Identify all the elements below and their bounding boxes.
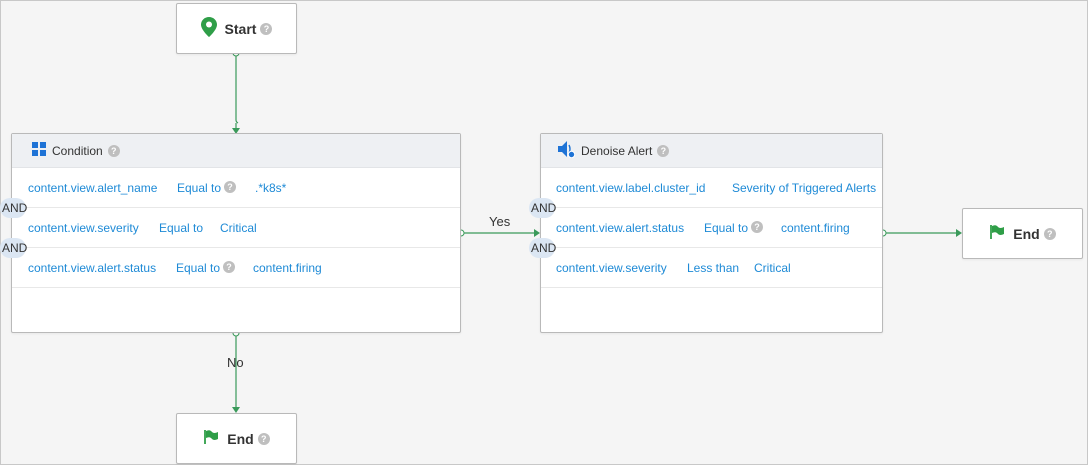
denoise-title: Denoise Alert [581,143,653,158]
denoise-field[interactable]: content.view.severity [556,261,667,275]
and-badge: AND [529,198,556,218]
condition-operator[interactable]: Equal to [176,261,220,275]
denoise-value[interactable]: Critical [754,261,791,275]
condition-card[interactable]: Condition ? content.view.alert_name Equa… [0,133,461,333]
end-node-label: End [1013,225,1040,242]
flag-icon [989,224,1005,243]
denoise-operator[interactable]: Severity of Triggered Alerts [732,181,876,195]
start-node[interactable]: Start ? [176,3,297,54]
condition-value[interactable]: Critical [220,221,257,235]
help-icon[interactable]: ? [260,22,273,35]
map-pin-icon [200,17,217,40]
denoise-rows: content.view.label.cluster_id Severity o… [529,168,882,288]
end-node-bottom[interactable]: End ? [176,413,297,464]
and-badge: AND [0,238,27,258]
help-icon[interactable]: ? [657,144,670,157]
help-icon[interactable]: ? [257,432,270,445]
denoise-operator[interactable]: Equal to [704,221,748,235]
condition-operator[interactable]: Equal to [177,181,221,195]
end-node-label: End [227,430,254,447]
end-node-right[interactable]: End ? [962,208,1083,259]
condition-title: Condition [52,143,103,158]
flag-icon [203,429,219,448]
condition-value[interactable]: content.firing [253,261,322,275]
yes-edge-label: Yes [489,214,511,229]
condition-row[interactable]: AND content.view.severity Equal to Criti… [0,198,460,248]
help-icon[interactable]: ? [224,181,236,193]
denoise-row[interactable]: content.view.label.cluster_id Severity o… [541,168,882,208]
condition-card-header: Condition ? [12,134,460,168]
condition-operator[interactable]: Equal to [159,221,203,235]
condition-field[interactable]: content.view.alert_name [28,181,157,195]
help-icon[interactable]: ? [223,261,235,273]
and-badge: AND [0,198,27,218]
start-node-label: Start [224,20,257,37]
help-icon[interactable]: ? [1043,227,1056,240]
condition-field[interactable]: content.view.alert.status [28,261,156,275]
and-badge: AND [529,238,556,258]
connector-start-condition [235,53,239,132]
denoise-card-header: Denoise Alert ? [541,134,882,168]
denoise-row[interactable]: AND content.view.alert.status Equal to ?… [529,198,882,248]
no-edge-label: No [227,355,244,370]
condition-row[interactable]: AND content.view.alert.status Equal to ?… [0,238,460,288]
condition-rows: content.view.alert_name Equal to ? .*k8s… [0,168,460,288]
help-icon[interactable]: ? [107,144,120,157]
denoise-card[interactable]: Denoise Alert ? content.view.label.clust… [529,133,883,333]
condition-row[interactable]: content.view.alert_name Equal to ? .*k8s… [12,168,460,208]
denoise-field[interactable]: content.view.label.cluster_id [556,181,705,195]
condition-field[interactable]: content.view.severity [28,221,139,235]
denoise-row[interactable]: AND content.view.severity Less than Crit… [529,238,882,288]
speaker-icon [557,140,576,161]
denoise-value[interactable]: content.firing [781,221,850,235]
denoise-field[interactable]: content.view.alert.status [556,221,684,235]
help-icon[interactable]: ? [751,221,763,233]
denoise-operator[interactable]: Less than [687,261,739,275]
condition-value[interactable]: .*k8s* [255,181,286,195]
grid-icon [32,142,46,159]
